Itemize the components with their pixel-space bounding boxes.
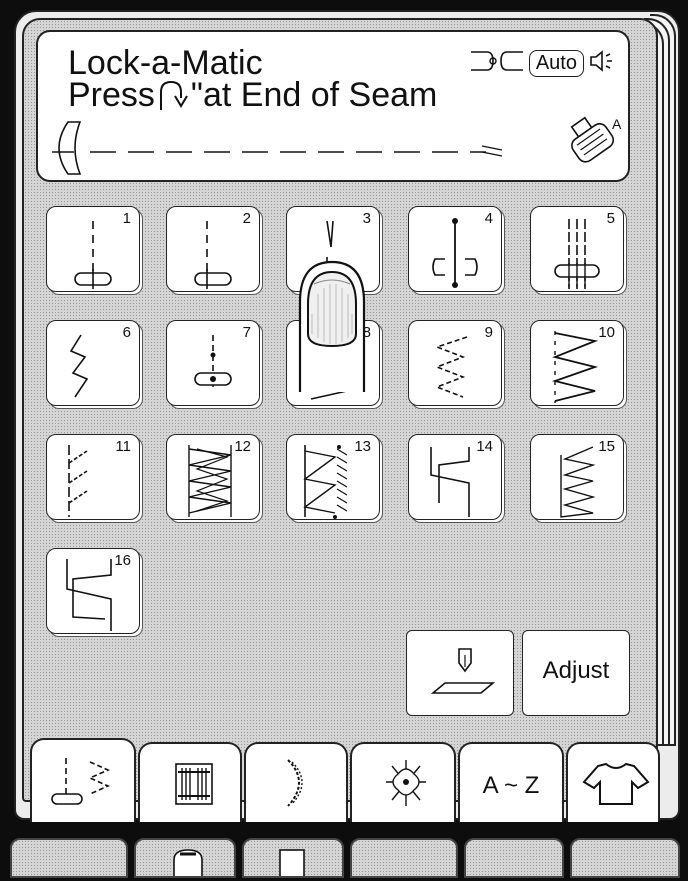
tab-alphabet[interactable]: A ~ Z (458, 742, 564, 822)
stitch-button-12[interactable]: 12 (166, 434, 260, 520)
status-indicators: Auto (469, 48, 614, 79)
stitch-button-11[interactable]: 11 (46, 434, 140, 520)
stitch-button-16[interactable]: 16 (46, 548, 140, 634)
instruction-text-after: "at End of Seam (190, 76, 438, 114)
needle-position-button[interactable] (406, 630, 514, 716)
stitch-number: 3 (362, 210, 371, 227)
tab-applications[interactable] (566, 742, 660, 822)
stitch-button-9[interactable]: 9 (408, 320, 502, 406)
mode-title: Lock-a-Matic (68, 44, 263, 82)
bobbin-icon (276, 846, 308, 881)
adjust-button-label: Adjust (542, 657, 610, 684)
instruction-text: Press "at End of Seam (68, 78, 437, 112)
reverse-button-icon (155, 78, 189, 112)
bottom-button-3[interactable] (242, 838, 344, 881)
instruction-text-before: Press (68, 76, 155, 114)
stitch-button-10[interactable]: 10 (530, 320, 624, 406)
tab-decorative-stitches[interactable] (350, 742, 456, 822)
stitch-number: 10 (598, 324, 615, 341)
tab-utility-stitches[interactable] (30, 738, 136, 822)
stitch-number: 7 (242, 324, 251, 341)
stitch-button-6[interactable]: 6 (46, 320, 140, 406)
buttonhole-icon (174, 762, 214, 811)
stitch-number: 2 (242, 210, 251, 227)
stitch-number: 5 (606, 210, 615, 227)
seam-diagram (46, 118, 516, 183)
tab-alphabet-label: A ~ Z (482, 772, 540, 799)
bottom-button-6[interactable] (570, 838, 680, 878)
stitch-number: 11 (115, 438, 131, 455)
stitch-number: 4 (484, 210, 493, 227)
bottom-button-1[interactable] (10, 838, 128, 878)
auto-thread-cut-button[interactable]: Auto (528, 50, 584, 77)
stitch-number: 9 (484, 324, 493, 341)
stitch-number: 15 (598, 438, 615, 455)
stitch-button-5[interactable]: 5 (530, 206, 624, 292)
stitch-number: 16 (114, 552, 131, 569)
utility-stitch-icon (46, 754, 126, 819)
speaker-icon[interactable] (588, 48, 614, 79)
stitch-number: 1 (122, 210, 131, 227)
finger-pointer-icon (294, 254, 370, 399)
bottom-button-2[interactable] (134, 838, 236, 878)
stitch-number: 6 (122, 324, 131, 341)
bottom-button-4[interactable] (350, 838, 458, 878)
presser-foot-letter: A (612, 116, 622, 132)
stitch-number: 14 (476, 438, 493, 455)
needle-position-icon (425, 645, 497, 710)
tab-buttonholes[interactable] (138, 742, 242, 822)
thread-cutter-icon[interactable] (469, 48, 525, 79)
stitch-button-4[interactable]: 4 (408, 206, 502, 292)
stitch-number: 13 (354, 438, 371, 455)
message-box: Lock-a-Matic Press "at End of Seam Auto … (36, 30, 630, 182)
stitch-button-7[interactable]: 7 (166, 320, 260, 406)
bottom-button-5[interactable] (464, 838, 564, 878)
decorative-stitch-icon (382, 756, 430, 815)
stitch-button-14[interactable]: 14 (408, 434, 502, 520)
satin-stitch-icon (284, 756, 318, 815)
presser-foot-up-icon (170, 846, 206, 881)
stitch-button-15[interactable]: 15 (530, 434, 624, 520)
stitch-button-1[interactable]: 1 (46, 206, 140, 292)
stitch-number: 12 (234, 438, 251, 455)
shirt-icon (582, 760, 650, 813)
stitch-button-2[interactable]: 2 (166, 206, 260, 292)
stitch-button-13[interactable]: 13 (286, 434, 380, 520)
adjust-button[interactable]: Adjust (522, 630, 630, 716)
tab-satin-stitches[interactable] (244, 742, 348, 822)
